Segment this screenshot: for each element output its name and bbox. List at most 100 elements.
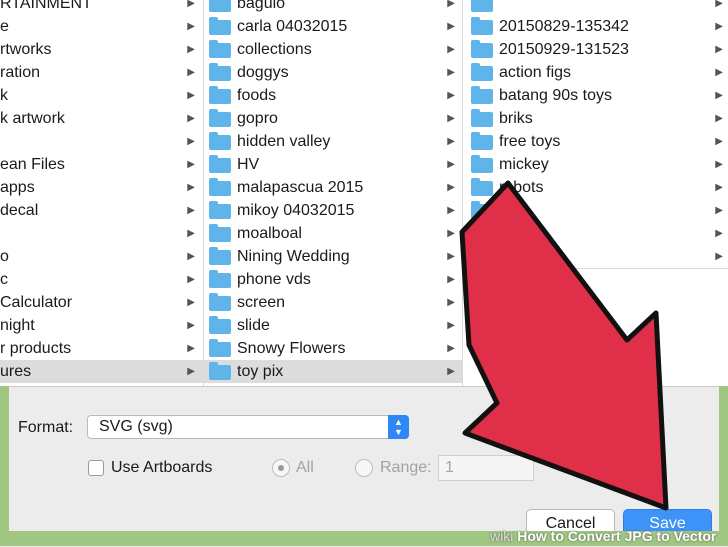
list-item[interactable]: action figs ▶ [463,61,728,84]
list-item[interactable]: moalboal ▶ [204,222,463,245]
list-item[interactable]: batang 90s toys ▶ [463,84,728,107]
folder-icon [209,247,231,265]
folder-icon [209,0,231,12]
list-item-label: phone vds [237,271,311,288]
list-item[interactable]: briks ▶ [463,107,728,130]
list-item[interactable]: screen ▶ [204,291,463,314]
list-item-label: HV [237,156,260,173]
list-item[interactable]: ▶ [0,222,203,245]
list-item[interactable]: ean Files ▶ [0,153,203,176]
range-radio[interactable] [355,459,373,477]
list-item[interactable]: doggys ▶ [204,61,463,84]
list-item[interactable]: malapascua 2015 ▶ [204,176,463,199]
column-1-list: RTAINMENT ▶ e ▶ rtworks ▶ ration ▶ k ▶ k artwork ▶ ▶… [0,0,203,383]
list-item[interactable]: o ▶ [0,245,203,268]
list-item-label: action figs [499,64,572,81]
preview-pane: Imag M [463,268,728,386]
chevron-right-icon: ▶ [447,297,455,308]
list-item-label: ars [499,225,522,242]
list-item[interactable]: free toys ▶ [463,130,728,153]
list-item[interactable]: HV ▶ [204,153,463,176]
list-item[interactable]: ▶ [0,130,203,153]
list-item[interactable]: robots ▶ [463,176,728,199]
list-item-label: briks [499,110,533,127]
list-item[interactable]: Nining Wedding ▶ [204,245,463,268]
range-input[interactable]: 1 [438,455,534,481]
list-item[interactable]: ration ▶ [0,61,203,84]
chevron-right-icon: ▶ [447,182,455,193]
list-item-label: o [0,248,9,265]
list-item[interactable]: 20150829-135342 ▶ [463,15,728,38]
format-select[interactable]: SVG (svg) ▲ ▼ [87,415,409,439]
list-item[interactable]: Snowy Flowers ▶ [204,337,463,360]
list-item[interactable]: ars ▶ [463,222,728,245]
list-item-label: ration [0,64,41,81]
use-artboards-checkbox[interactable] [88,460,104,476]
list-item[interactable]: toy pix ▶ [204,360,463,383]
list-item[interactable]: foods ▶ [204,84,463,107]
folder-icon [471,178,493,196]
frame-right [719,386,728,546]
browser-column-3[interactable]: ▶ 20150829-135342 ▶ 20150929-131523 ▶ action … [462,0,728,386]
list-item[interactable]: carla 04032015 ▶ [204,15,463,38]
folder-icon [209,178,231,196]
list-item[interactable]: baguio ▶ [204,0,463,15]
list-item[interactable]: phone vds ▶ [204,268,463,291]
chevron-right-icon: ▶ [187,21,195,32]
list-item[interactable]: slide ▶ [204,314,463,337]
select-stepper-icon[interactable]: ▲ ▼ [388,415,409,439]
list-item-label: hidden valley [237,133,331,150]
list-item[interactable]: rts ▶ [463,199,728,222]
list-item[interactable]: 20150929-131523 ▶ [463,38,728,61]
chevron-right-icon: ▶ [715,205,723,216]
folder-icon [471,247,493,265]
watermark-title: How to Convert JPG to Vector [517,528,717,544]
list-item[interactable]: k artwork ▶ [0,107,203,130]
list-item-label: baguio [237,0,286,12]
list-item-label: k artwork [0,110,65,127]
folder-icon [209,109,231,127]
chevron-right-icon: ▶ [187,297,195,308]
list-item[interactable]: mikoy 04032015 ▶ [204,199,463,222]
list-item-label: r products [0,340,72,357]
list-item-label: malapascua 2015 [237,179,364,196]
list-item[interactable]: ars ▶ [463,245,728,268]
list-item[interactable]: e ▶ [0,15,203,38]
list-item[interactable]: mickey ▶ [463,153,728,176]
list-item[interactable]: night ▶ [0,314,203,337]
file-browser: RTAINMENT ▶ e ▶ rtworks ▶ ration ▶ k ▶ k artwork ▶ ▶… [0,0,728,386]
watermark: wiki How to Convert JPG to Vector [490,528,716,544]
browser-column-1[interactable]: RTAINMENT ▶ e ▶ rtworks ▶ ration ▶ k ▶ k artwork ▶ ▶… [0,0,203,386]
chevron-right-icon: ▶ [447,21,455,32]
image-thumbnail-icon[interactable] [475,305,497,329]
list-item[interactable]: gopro ▶ [204,107,463,130]
list-item[interactable]: ▶ [463,0,728,15]
list-item[interactable]: collections ▶ [204,38,463,61]
list-item[interactable]: apps ▶ [0,176,203,199]
list-item[interactable]: decal ▶ [0,199,203,222]
list-item[interactable]: hidden valley ▶ [204,130,463,153]
chevron-right-icon: ▶ [447,320,455,331]
list-item[interactable]: ures ▶ [0,360,203,383]
list-item[interactable]: rtworks ▶ [0,38,203,61]
chevron-right-icon: ▶ [187,67,195,78]
use-artboards-label[interactable]: Use Artboards [111,459,212,477]
list-item[interactable]: c ▶ [0,268,203,291]
preview-file-name[interactable]: M [507,305,520,322]
list-item[interactable]: k ▶ [0,84,203,107]
list-item[interactable]: Calculator ▶ [0,291,203,314]
all-radio-label[interactable]: All [296,459,314,477]
list-item[interactable]: r products ▶ [0,337,203,360]
range-radio-label[interactable]: Range: [380,459,432,477]
chevron-right-icon: ▶ [447,366,455,377]
chevron-right-icon: ▶ [447,0,455,9]
browser-column-2[interactable]: baguio ▶ carla 04032015 ▶ collections ▶ doggys… [203,0,463,386]
list-item-label: Calculator [0,294,73,311]
preview-label: Imag [472,279,504,295]
list-item[interactable]: RTAINMENT ▶ [0,0,203,15]
image-thumbnail-icon[interactable] [475,339,497,363]
chevron-right-icon: ▶ [715,136,723,147]
chevron-right-icon: ▶ [447,159,455,170]
chevron-right-icon: ▶ [187,366,195,377]
all-radio[interactable] [272,459,290,477]
